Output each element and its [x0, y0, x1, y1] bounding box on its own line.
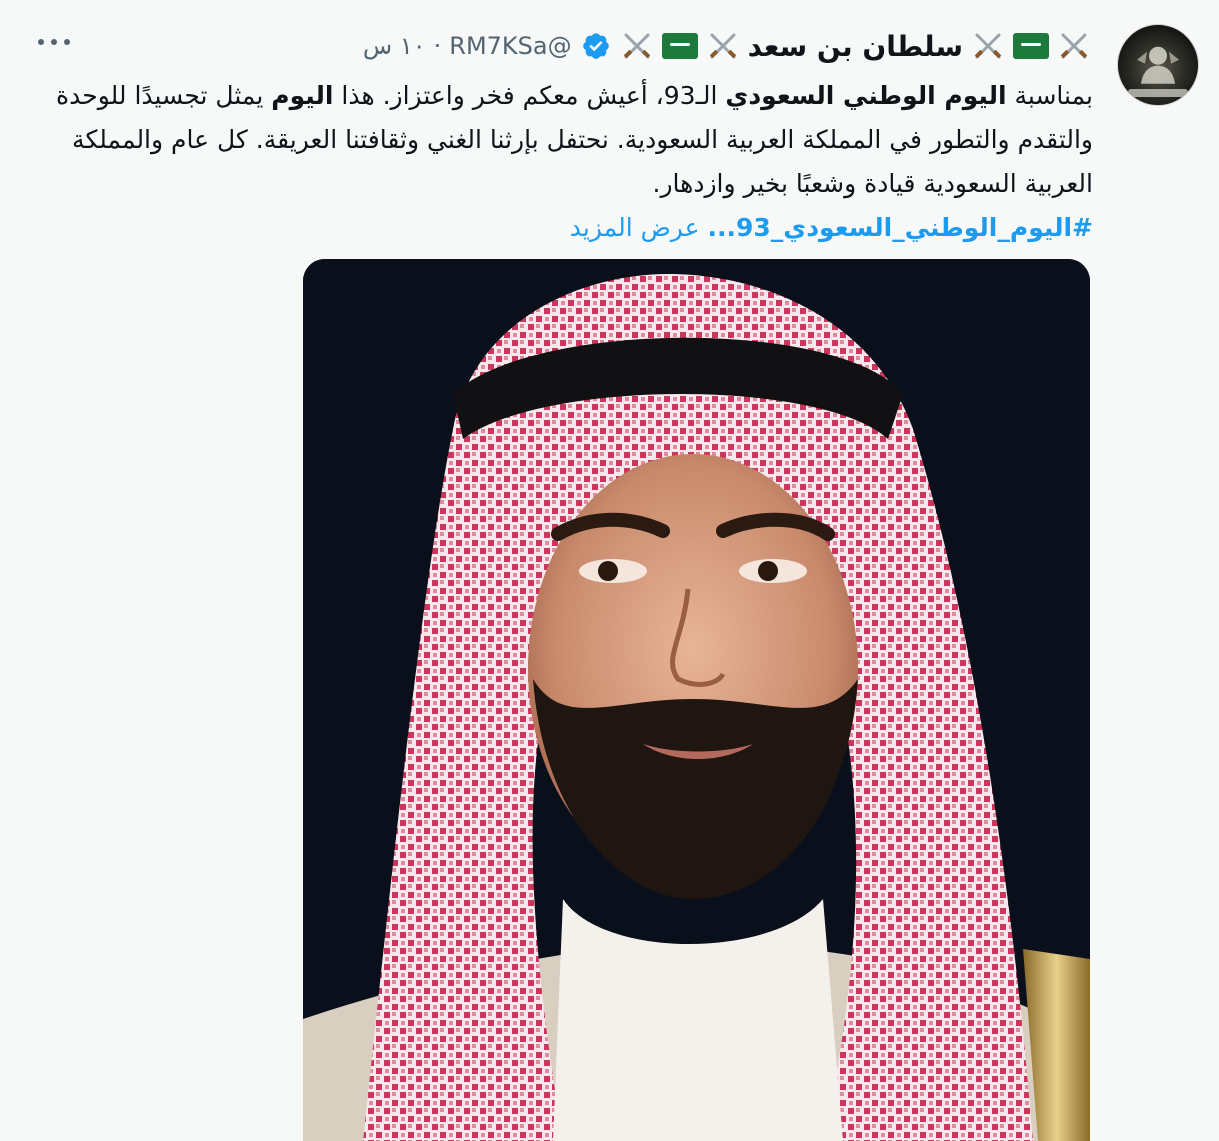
verified-badge-icon[interactable]	[581, 31, 611, 61]
portrait-photo	[303, 259, 1090, 1141]
more-options-icon[interactable]	[36, 30, 72, 54]
meta-separator: ·	[433, 32, 442, 60]
tweet-media-image[interactable]	[303, 259, 1090, 1141]
crossed-swords-icon	[1058, 30, 1090, 62]
crossed-swords-icon	[707, 30, 739, 62]
tweet-timestamp[interactable]: ١٠ س	[363, 32, 426, 60]
tweet-text-bold: اليوم الوطني السعودي	[725, 81, 1007, 110]
crossed-swords-icon	[621, 30, 653, 62]
tweet-card[interactable]: سلطان بن سعد @RM7KSa · ١٠ س بمناسبة اليو…	[0, 0, 1219, 1141]
tweet-text-part: بمناسبة	[1006, 81, 1093, 110]
hashtag-link[interactable]: #اليوم_الوطني_السعودي_93...	[707, 213, 1093, 242]
saudi-flag-icon	[1013, 33, 1049, 59]
show-more-link[interactable]: عرض المزيد	[570, 213, 700, 242]
tweet-text: بمناسبة اليوم الوطني السعودي الـ93، أعيش…	[53, 74, 1093, 250]
author-name[interactable]: سلطان بن سعد	[748, 30, 963, 63]
tweet-text-part: الـ93، أعيش معكم فخر واعتزاز. هذا	[333, 81, 726, 110]
author-avatar[interactable]	[1117, 24, 1199, 106]
avatar-banner	[1128, 89, 1188, 97]
saudi-flag-icon	[661, 33, 698, 59]
avatar-emblem-icon	[1137, 46, 1179, 84]
author-handle[interactable]: @RM7KSa	[449, 32, 571, 60]
crossed-swords-icon	[972, 30, 1004, 62]
tweet-text-bold: اليوم	[271, 81, 334, 110]
tweet-header: سلطان بن سعد @RM7KSa · ١٠ س	[363, 24, 1091, 68]
